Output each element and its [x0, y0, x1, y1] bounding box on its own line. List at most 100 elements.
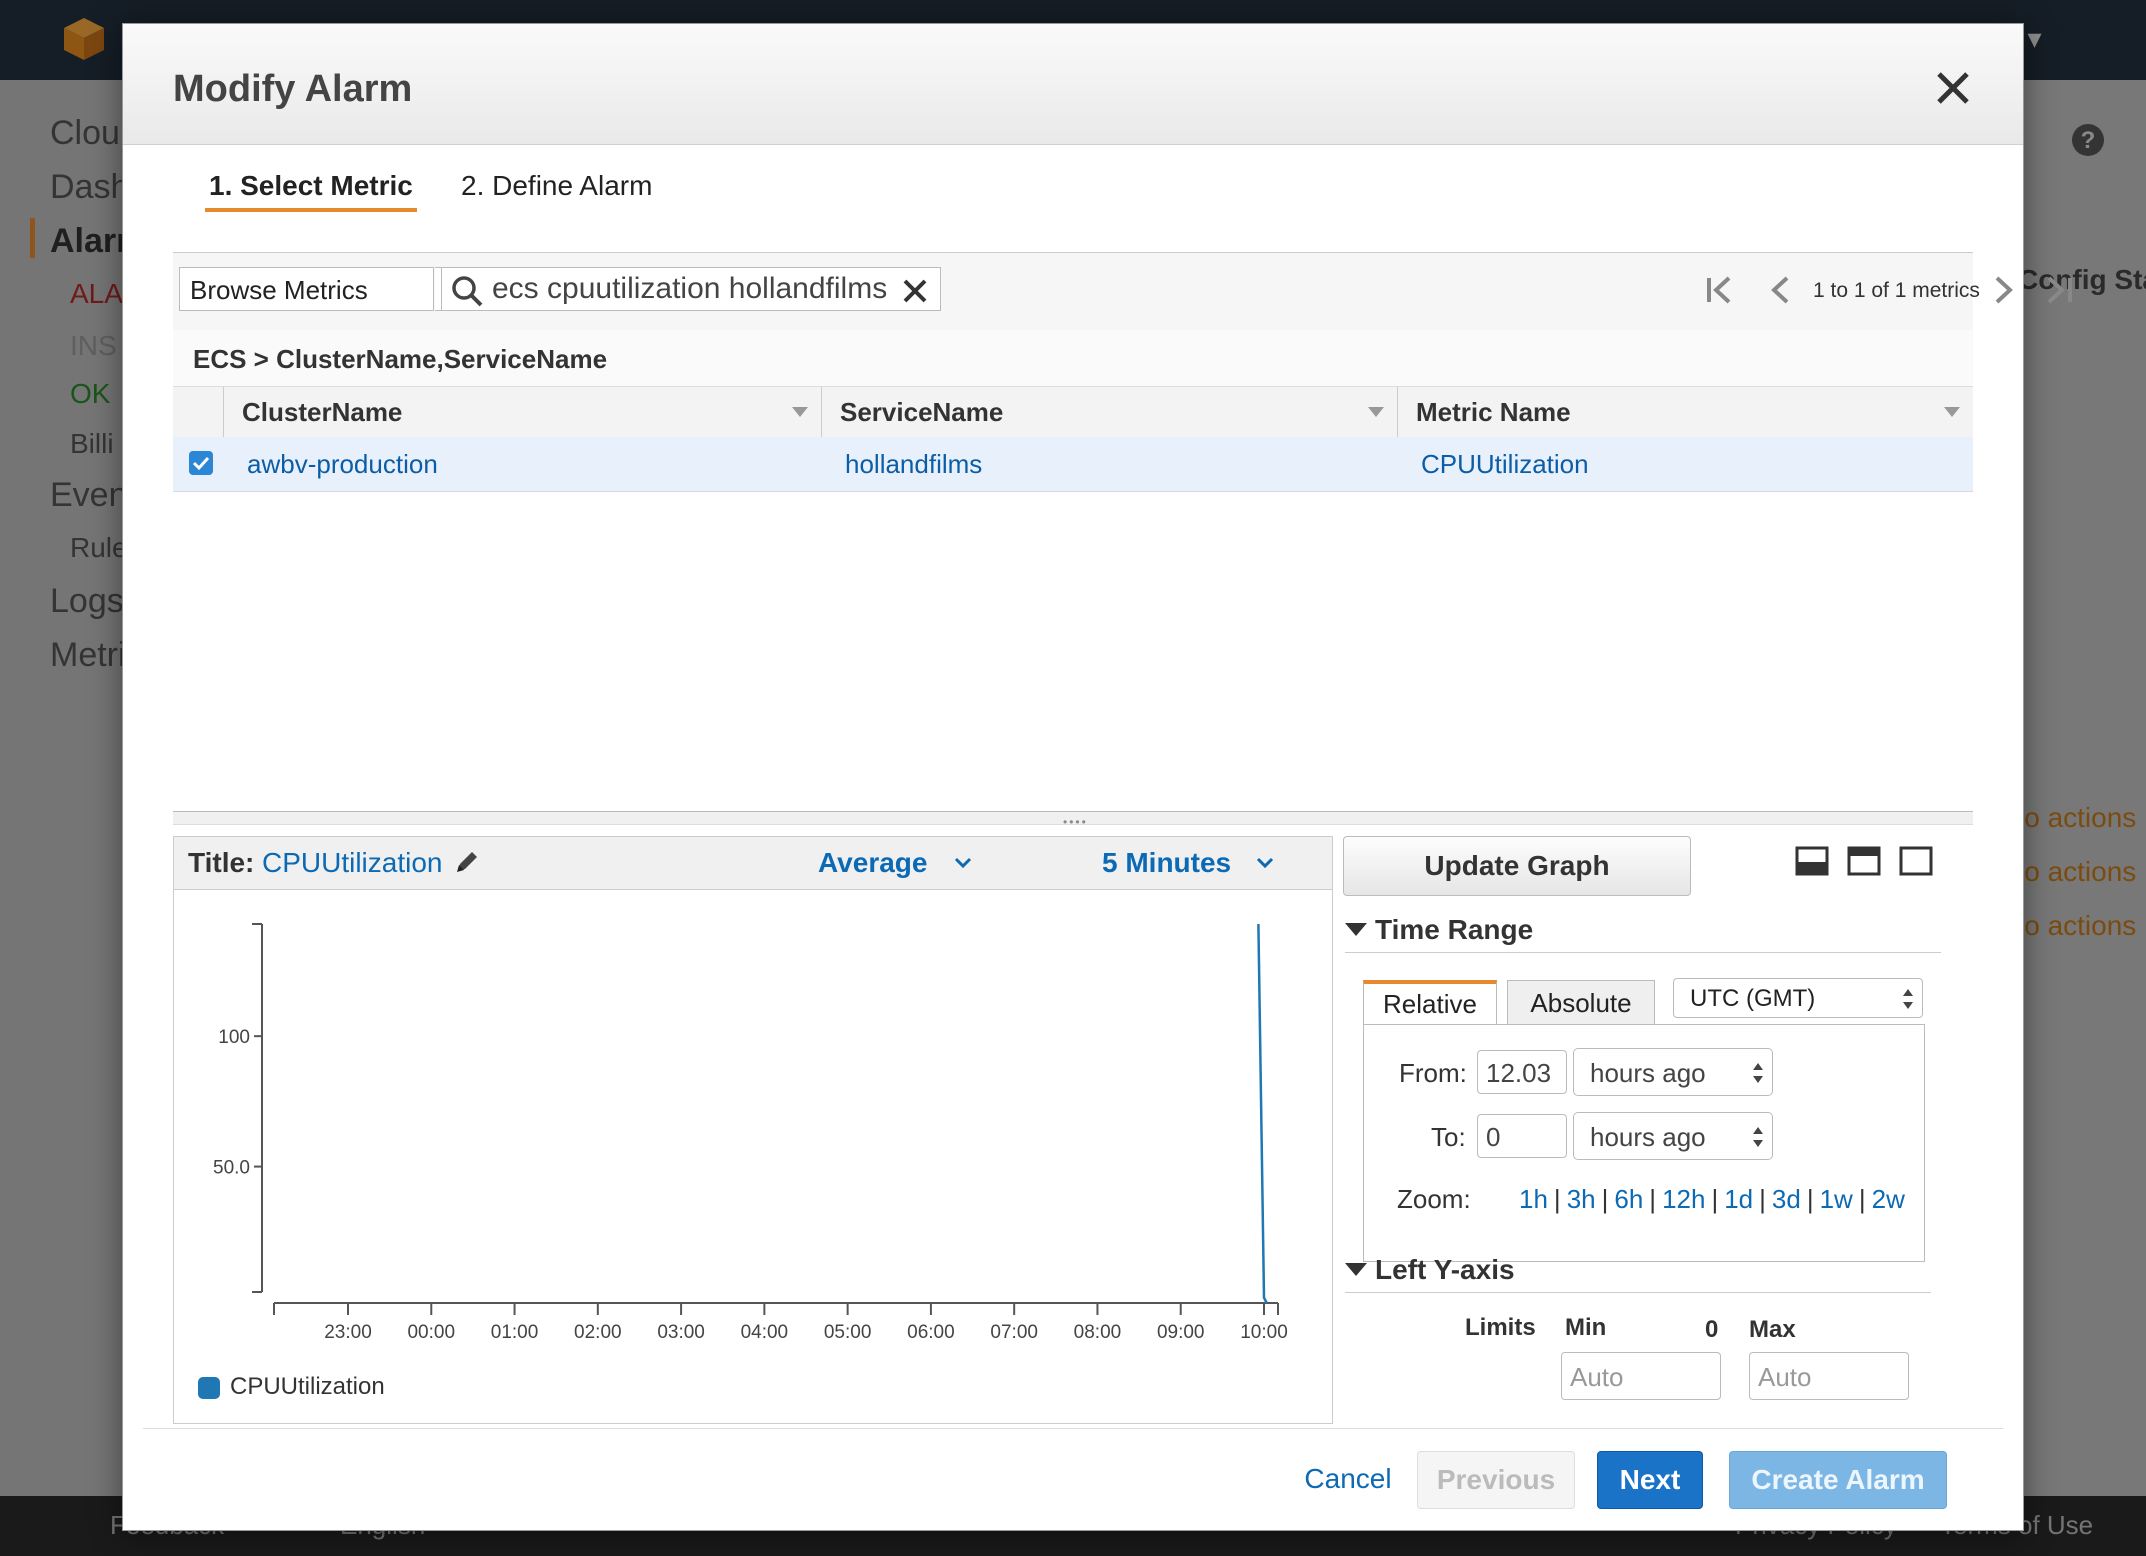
min-label: Min	[1565, 1314, 1607, 1341]
min-zero-marker: 0	[1705, 1316, 1719, 1343]
checkmark-icon	[192, 456, 210, 471]
zoom-options: 1h | 3h | 6h | 12h | 1d | 3d | 1w | 2w	[1519, 1184, 1905, 1214]
dialog-header: Modify Alarm	[123, 24, 2023, 145]
last-page-icon[interactable]	[2043, 275, 2077, 305]
column-servicename[interactable]: ServiceName	[821, 387, 1397, 437]
triangle-down-icon	[1345, 1263, 1367, 1277]
next-button[interactable]: Next	[1597, 1451, 1703, 1509]
metrics-toolbar: Browse Metrics 1 to 1 of 1 metrics	[173, 252, 2072, 332]
select-arrows-icon	[1753, 1063, 1763, 1083]
first-page-icon[interactable]	[1703, 275, 1737, 305]
y-axis-max-input[interactable]: Auto	[1749, 1352, 1909, 1400]
x-tick-label: 09:00	[1157, 1322, 1205, 1343]
grip-icon: ••••	[1063, 815, 1088, 829]
small-graph-view-icon[interactable]	[1795, 846, 1829, 876]
limits-label: Limits	[1465, 1314, 1536, 1341]
column-label: ServiceName	[840, 397, 1004, 427]
zoom-3d[interactable]: 3d	[1772, 1184, 1801, 1214]
column-metric-name[interactable]: Metric Name	[1397, 387, 1973, 437]
x-tick-label: 04:00	[741, 1322, 789, 1343]
graph-title-label: Title:	[188, 847, 255, 878]
x-tick-label: 10:00	[1240, 1322, 1288, 1343]
x-tick-label: 01:00	[491, 1322, 539, 1343]
previous-page-icon[interactable]	[1765, 275, 1799, 305]
chevron-down-icon[interactable]	[954, 857, 972, 869]
search-input[interactable]	[492, 268, 892, 310]
cell-clustername[interactable]: awbv-production	[247, 449, 438, 480]
chevron-down-icon[interactable]	[1256, 857, 1274, 869]
graph-header: Title: CPUUtilization Average 5 Minutes	[174, 837, 1332, 890]
period-dropdown[interactable]: 5 Minutes	[1102, 847, 1231, 879]
next-page-icon[interactable]	[1987, 275, 2021, 305]
pagination-status: 1 to 1 of 1 metrics	[1813, 279, 1980, 302]
triangle-down-icon	[1345, 923, 1367, 937]
timezone-select[interactable]: UTC (GMT)	[1673, 978, 1923, 1018]
pencil-icon[interactable]	[454, 849, 480, 875]
x-tick-label: 00:00	[407, 1322, 455, 1343]
to-label: To:	[1431, 1122, 1466, 1152]
zoom-6h[interactable]: 6h	[1614, 1184, 1643, 1214]
from-unit-select[interactable]: hours ago	[1573, 1048, 1773, 1096]
timezone-value: UTC (GMT)	[1690, 985, 1816, 1012]
clear-search-icon[interactable]	[902, 278, 928, 304]
modify-alarm-dialog: Modify Alarm 1. Select Metric 2. Define …	[122, 23, 2072, 1531]
previous-button[interactable]: Previous	[1417, 1451, 1575, 1509]
resize-handle[interactable]: ••••	[173, 811, 1973, 829]
zoom-1d[interactable]: 1d	[1724, 1184, 1753, 1214]
zoom-1h[interactable]: 1h	[1519, 1184, 1548, 1214]
tab-absolute[interactable]: Absolute	[1507, 980, 1655, 1024]
metric-namespace-group: ECS > ClusterName,ServiceName	[173, 330, 1973, 387]
from-label: From:	[1399, 1058, 1467, 1088]
series-line-cpuutilization	[1257, 923, 1268, 1304]
tab-relative[interactable]: Relative	[1363, 980, 1497, 1024]
left-y-axis-toggle[interactable]: Left Y-axis	[1345, 1254, 1515, 1286]
sort-caret-icon[interactable]	[1944, 407, 1960, 417]
x-tick-label: 08:00	[1074, 1322, 1122, 1343]
namespace-dimensions-label: ECS > ClusterName,ServiceName	[193, 344, 608, 374]
table-row[interactable]: awbv-production hollandfilms CPUUtilizat…	[173, 437, 1973, 492]
to-unit-select[interactable]: hours ago	[1573, 1112, 1773, 1160]
update-graph-button[interactable]: Update Graph	[1343, 836, 1691, 896]
row-checkbox[interactable]	[189, 451, 213, 475]
x-tick-label: 07:00	[990, 1322, 1038, 1343]
dialog-title: Modify Alarm	[173, 68, 413, 110]
x-tick-label: 23:00	[324, 1322, 372, 1343]
zoom-1w[interactable]: 1w	[1820, 1184, 1853, 1214]
cell-servicename[interactable]: hollandfilms	[845, 449, 982, 480]
browse-metrics-dropdown[interactable]: Browse Metrics	[179, 267, 434, 311]
section-divider	[1345, 1292, 1931, 1293]
x-tick-label: 03:00	[657, 1322, 705, 1343]
sort-caret-icon[interactable]	[792, 407, 808, 417]
to-value-input[interactable]: 0	[1477, 1114, 1567, 1158]
cpu-utilization-chart: 100 50.0 23:00 00:00 01:00 02:00 03:00 04:00 05:…	[213, 923, 1288, 1343]
graph-title-value[interactable]: CPUUtilization	[262, 847, 443, 879]
metrics-table-header: ClusterName ServiceName Metric Name	[173, 386, 1973, 438]
metric-search-box	[441, 267, 941, 311]
large-graph-view-icon[interactable]	[1899, 846, 1933, 876]
x-tick-label: 05:00	[824, 1322, 872, 1343]
close-icon[interactable]	[1933, 68, 1973, 108]
zoom-12h[interactable]: 12h	[1662, 1184, 1705, 1214]
medium-graph-view-icon[interactable]	[1847, 846, 1881, 876]
statistic-dropdown[interactable]: Average	[818, 847, 927, 879]
column-clustername[interactable]: ClusterName	[223, 387, 821, 437]
footer-divider	[143, 1428, 2003, 1429]
zoom-label: Zoom:	[1397, 1184, 1471, 1214]
from-value-input[interactable]: 12.03	[1477, 1050, 1567, 1094]
legend-swatch	[198, 1377, 220, 1399]
from-unit-value: hours ago	[1590, 1058, 1706, 1088]
y-axis-min-input[interactable]: Auto	[1561, 1352, 1721, 1400]
zoom-2w[interactable]: 2w	[1872, 1184, 1905, 1214]
cell-metric-name[interactable]: CPUUtilization	[1421, 449, 1589, 480]
time-range-heading: Time Range	[1375, 914, 1534, 945]
search-icon	[452, 276, 483, 307]
step-define-alarm[interactable]: 2. Define Alarm	[461, 170, 652, 202]
create-alarm-button[interactable]: Create Alarm	[1729, 1451, 1947, 1509]
metric-graph-panel: Title: CPUUtilization Average 5 Minutes …	[173, 836, 1333, 1424]
sort-caret-icon[interactable]	[1368, 407, 1384, 417]
cancel-button[interactable]: Cancel	[1303, 1451, 1393, 1509]
time-range-toggle[interactable]: Time Range	[1345, 914, 1533, 946]
column-label: ClusterName	[242, 397, 403, 427]
step-select-metric[interactable]: 1. Select Metric	[205, 170, 417, 212]
zoom-3h[interactable]: 3h	[1567, 1184, 1596, 1214]
